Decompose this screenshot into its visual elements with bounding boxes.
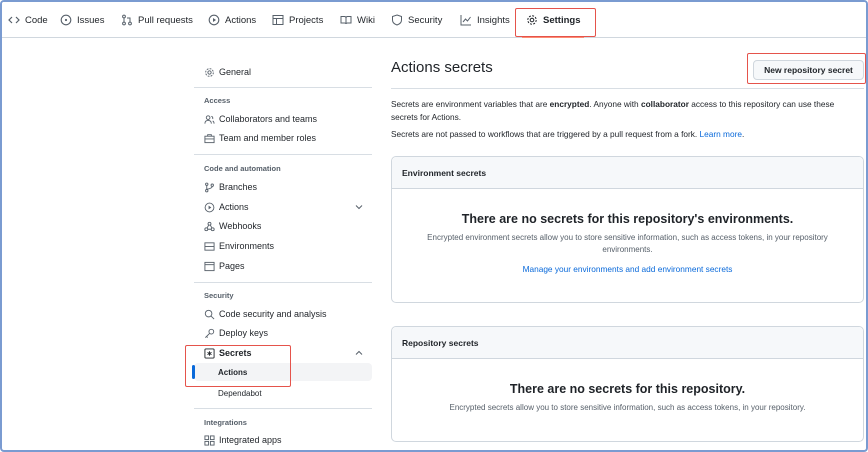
repository-secrets-empty-title: There are no secrets for this repository… bbox=[509, 382, 746, 396]
sidebar-item-integrated-apps[interactable]: Integrated apps bbox=[194, 431, 372, 449]
sidebar-subitem-label: Dependabot bbox=[218, 388, 262, 398]
sidebar-subitem-label: Actions bbox=[218, 367, 248, 377]
sidebar-item-code-security[interactable]: Code security and analysis bbox=[194, 305, 372, 323]
sidebar-divider bbox=[194, 87, 372, 88]
sidebar-item-label: Collaborators and teams bbox=[219, 114, 318, 124]
sidebar-item-label: Deploy keys bbox=[219, 328, 269, 338]
sidebar-item-label: Actions bbox=[219, 202, 249, 212]
repo-nav: Code Issues Pull requests Actions Projec… bbox=[2, 2, 866, 38]
sidebar-item-label: Environments bbox=[219, 241, 275, 251]
tab-pull-requests[interactable]: Pull requests bbox=[121, 2, 193, 38]
pull-request-icon bbox=[122, 14, 132, 26]
tab-issues[interactable]: Issues bbox=[60, 2, 104, 38]
people-icon bbox=[204, 114, 215, 124]
tab-label: Actions bbox=[225, 14, 257, 26]
sidebar-heading-integrations: Integrations bbox=[204, 418, 247, 427]
sidebar-item-pages[interactable]: Pages bbox=[194, 257, 372, 275]
secrets-description: Secrets are environment variables that a… bbox=[391, 99, 835, 122]
apps-icon bbox=[204, 434, 215, 446]
sidebar-item-label: Webhooks bbox=[219, 221, 262, 231]
environment-secrets-empty-text: Encrypted environment secrets allow you … bbox=[427, 233, 828, 254]
gear-icon bbox=[205, 67, 214, 77]
gear-icon bbox=[527, 15, 537, 25]
repository-secrets-empty-text: Encrypted secrets allow you to store sen… bbox=[449, 403, 806, 412]
key-icon bbox=[205, 328, 215, 338]
sidebar-item-deploy-keys[interactable]: Deploy keys bbox=[194, 324, 372, 342]
fork-note: Secrets are not passed to workflows that… bbox=[391, 129, 745, 139]
sidebar-divider bbox=[194, 282, 372, 283]
tab-projects[interactable]: Projects bbox=[272, 2, 323, 38]
book-icon bbox=[340, 16, 352, 25]
environment-secrets-empty-title: There are no secrets for this repository… bbox=[461, 212, 794, 226]
graph-icon bbox=[460, 15, 471, 26]
tab-label: Pull requests bbox=[138, 14, 193, 26]
tab-label: Insights bbox=[477, 14, 510, 26]
tab-label: Code bbox=[25, 14, 48, 26]
manage-environments-link[interactable]: Manage your environments and add environ… bbox=[392, 264, 863, 274]
play-icon bbox=[204, 202, 215, 212]
title-divider bbox=[391, 88, 864, 89]
tab-code[interactable]: Code bbox=[8, 2, 48, 38]
page-title: Actions secrets bbox=[391, 59, 493, 76]
tab-actions[interactable]: Actions bbox=[208, 2, 256, 38]
chevron-down-icon bbox=[355, 205, 363, 210]
tab-security[interactable]: Security bbox=[391, 2, 442, 38]
tab-insights[interactable]: Insights bbox=[460, 2, 510, 38]
play-icon bbox=[208, 14, 220, 26]
sidebar-divider bbox=[194, 154, 372, 155]
repository-secrets-header: Repository secrets bbox=[392, 327, 863, 359]
sidebar-subitem-secrets-dependabot[interactable]: Dependabot bbox=[194, 384, 372, 402]
sidebar-subitem-secrets-actions[interactable]: Actions bbox=[192, 363, 372, 381]
tab-label: Issues bbox=[77, 14, 105, 26]
browser-icon bbox=[204, 261, 215, 271]
sidebar-item-label: Secrets bbox=[219, 348, 252, 358]
sidebar-item-general[interactable]: General bbox=[194, 63, 372, 81]
environment-secrets-header: Environment secrets bbox=[392, 157, 863, 189]
tab-settings[interactable]: Settings bbox=[521, 2, 586, 38]
sidebar-item-environments[interactable]: Environments bbox=[194, 237, 372, 255]
sidebar-item-team-roles[interactable]: Team and member roles bbox=[194, 129, 372, 147]
sidebar-heading-security: Security bbox=[204, 291, 234, 300]
branch-icon bbox=[205, 182, 214, 192]
tab-label: Projects bbox=[289, 14, 324, 26]
issue-icon bbox=[60, 14, 72, 26]
sidebar-heading-code-automation: Code and automation bbox=[204, 164, 281, 173]
learn-more-link[interactable]: Learn more bbox=[700, 129, 742, 139]
window-frame: Code Issues Pull requests Actions Projec… bbox=[0, 0, 868, 452]
key-asterisk-icon bbox=[204, 347, 215, 359]
table-icon bbox=[272, 15, 284, 25]
shield-icon bbox=[392, 14, 402, 26]
briefcase-icon bbox=[204, 133, 215, 143]
tab-wiki[interactable]: Wiki bbox=[340, 2, 375, 38]
webhook-icon bbox=[204, 221, 215, 231]
new-repository-secret-button[interactable]: New repository secret bbox=[753, 60, 864, 80]
sidebar-divider bbox=[194, 408, 372, 409]
server-icon bbox=[204, 241, 215, 251]
chevron-up-icon bbox=[355, 350, 363, 355]
tab-label: Settings bbox=[543, 14, 581, 26]
environment-secrets-box: Environment secrets There are no secrets… bbox=[391, 156, 864, 303]
sidebar-item-label: General bbox=[219, 67, 252, 77]
sidebar-item-actions[interactable]: Actions bbox=[194, 198, 372, 216]
sidebar-item-collaborators[interactable]: Collaborators and teams bbox=[194, 110, 372, 128]
tab-label: Wiki bbox=[357, 14, 375, 26]
codescan-icon bbox=[204, 309, 215, 319]
repository-secrets-box: Repository secrets There are no secrets … bbox=[391, 326, 864, 442]
sidebar-item-label: Integrated apps bbox=[219, 435, 282, 445]
sidebar-item-label: Team and member roles bbox=[219, 133, 317, 143]
sidebar-item-label: Code security and analysis bbox=[219, 309, 327, 319]
sidebar-item-label: Pages bbox=[219, 261, 245, 271]
tab-label: Security bbox=[408, 14, 443, 26]
sidebar-item-secrets[interactable]: Secrets bbox=[194, 344, 372, 362]
sidebar-item-webhooks[interactable]: Webhooks bbox=[194, 217, 372, 235]
code-icon bbox=[8, 16, 20, 24]
sidebar-heading-access: Access bbox=[204, 96, 231, 105]
sidebar-item-branches[interactable]: Branches bbox=[194, 178, 372, 196]
sidebar-item-label: Branches bbox=[219, 182, 258, 192]
